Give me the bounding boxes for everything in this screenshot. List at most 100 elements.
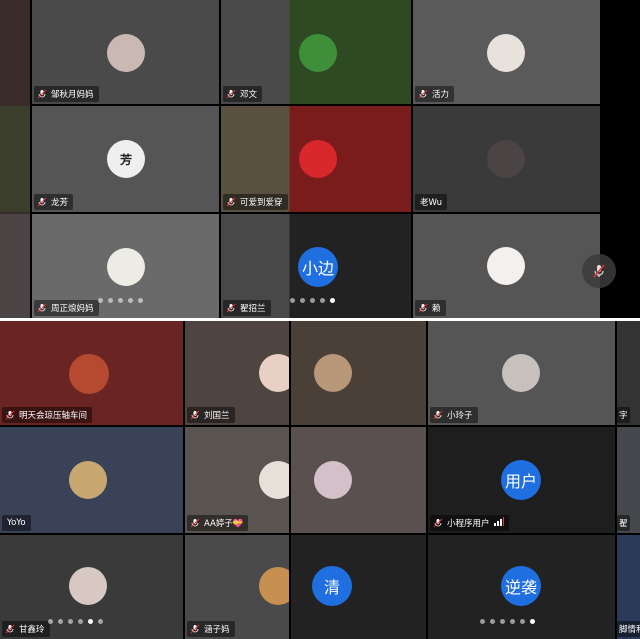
text-avatar-label: 清 <box>323 578 340 597</box>
participant-name-tag: 小程序用户 <box>430 515 509 531</box>
page-dot-active[interactable] <box>530 619 535 624</box>
mic-muted-icon <box>37 303 47 313</box>
video-tile[interactable]: 脚情和 <box>617 535 640 639</box>
page-indicator[interactable] <box>98 298 143 303</box>
avatar-text: 芳 <box>119 152 132 167</box>
text-avatar: 用户 <box>501 460 541 500</box>
page-indicator[interactable] <box>290 298 335 303</box>
video-tile[interactable]: 芳 龙芳 <box>32 106 219 212</box>
text-avatar: 逆袭 <box>501 566 541 606</box>
text-avatar: 清 <box>312 566 352 606</box>
video-tile[interactable]: 明天会琼压轴车间 <box>0 321 183 425</box>
text-avatar-label: 逆袭 <box>504 578 537 597</box>
video-tile[interactable]: 赖 <box>413 214 600 318</box>
page-dot-active[interactable] <box>330 298 335 303</box>
video-tile[interactable]: 老Wu <box>413 106 600 212</box>
video-tile[interactable]: 字 <box>617 321 640 425</box>
participant-name-tag: AA婷子💝 <box>187 515 249 531</box>
mic-muted-icon <box>226 303 236 313</box>
video-tile[interactable]: 用户 小程序用户 <box>428 427 615 533</box>
avatar <box>69 354 109 394</box>
mic-off-icon <box>593 264 605 278</box>
page-dot[interactable] <box>98 619 103 624</box>
video-tile[interactable] <box>291 321 426 425</box>
page-dot[interactable] <box>510 619 515 624</box>
video-tile[interactable] <box>291 427 426 533</box>
participant-name-tag: 龙芳 <box>34 194 74 210</box>
avatar <box>259 461 289 499</box>
participant-name-tag: 脚情和 <box>617 621 640 637</box>
page-indicator[interactable] <box>480 619 535 624</box>
page-dot[interactable] <box>520 619 525 624</box>
page-dot[interactable] <box>48 619 53 624</box>
participant-name: 明天会琼压轴车间 <box>19 411 88 421</box>
video-tile[interactable]: 邹秋月妈妈 <box>32 0 219 104</box>
bottom-meeting-screen: 明天会琼压轴车间 刘国兰 小玲子 字 YoYo AA婷子💝 用户 小程序用户 翟… <box>0 321 640 639</box>
participant-name: 刘国兰 <box>204 411 230 421</box>
mic-muted-icon <box>418 303 428 313</box>
page-dot[interactable] <box>290 298 295 303</box>
page-dot[interactable] <box>58 619 63 624</box>
page-dot[interactable] <box>128 298 133 303</box>
avatar <box>299 140 337 178</box>
top-meeting-screen: 邹秋月妈妈 邓文 活力 芳 龙芳 可爱到爱穿 老Wu 周正烺妈妈 小边 翟招兰 … <box>0 0 640 318</box>
text-avatar: 小边 <box>298 247 338 287</box>
video-tile[interactable]: 刘国兰 <box>185 321 289 425</box>
page-dot[interactable] <box>118 298 123 303</box>
page-dot[interactable] <box>480 619 485 624</box>
page-dot[interactable] <box>138 298 143 303</box>
page-dot[interactable] <box>300 298 305 303</box>
participant-name-tag: 可爱到爱穿 <box>223 194 288 210</box>
text-avatar-label: 用户 <box>504 472 537 491</box>
participant-name-tag: 翟招兰 <box>223 300 271 316</box>
participant-name: 活力 <box>432 90 450 100</box>
mic-muted-icon <box>37 89 47 99</box>
video-tile[interactable]: 涵子妈 <box>185 535 289 639</box>
page-dot-active[interactable] <box>88 619 93 624</box>
page-dot[interactable] <box>108 298 113 303</box>
participant-name: 邓文 <box>240 90 258 100</box>
participant-name-tag: 周正烺妈妈 <box>34 300 99 316</box>
page-dot[interactable] <box>320 298 325 303</box>
video-tile[interactable]: YoYo <box>0 427 183 533</box>
video-tile[interactable]: 小玲子 <box>428 321 615 425</box>
page-indicator[interactable] <box>48 619 103 624</box>
page-dot[interactable] <box>310 298 315 303</box>
page-dot[interactable] <box>490 619 495 624</box>
participant-name: 字 <box>619 411 628 421</box>
video-tile[interactable]: 可爱到爱穿 <box>221 106 411 212</box>
video-tile[interactable]: 清 <box>291 535 426 639</box>
participant-name: 小程序用户 <box>447 519 490 529</box>
page-dot[interactable] <box>98 298 103 303</box>
avatar <box>107 34 145 72</box>
video-tile[interactable]: AA婷子💝 <box>185 427 289 533</box>
avatar <box>487 34 525 72</box>
video-tile[interactable]: 活力 <box>413 0 600 104</box>
mic-muted-icon <box>226 197 236 207</box>
participant-name-tag: 小玲子 <box>430 407 478 423</box>
participant-name: 翟 <box>619 519 628 529</box>
participant-name: YoYo <box>7 518 26 528</box>
participant-name-tag: 明天会琼压轴车间 <box>2 407 93 423</box>
video-tile[interactable]: 翟 <box>617 427 640 533</box>
participant-name-tag: 老Wu <box>415 194 447 210</box>
page-dot[interactable] <box>78 619 83 624</box>
mic-muted-icon <box>190 518 200 528</box>
avatar <box>314 354 352 392</box>
page-dot[interactable] <box>68 619 73 624</box>
avatar: 芳 <box>107 140 145 178</box>
edge-tile <box>0 106 30 212</box>
mic-muted-icon <box>190 410 200 420</box>
participant-name: 甘鑫玲 <box>19 625 45 635</box>
mic-muted-icon <box>433 410 443 420</box>
mic-muted-icon <box>5 410 15 420</box>
participant-name: 脚情和 <box>619 625 640 635</box>
participant-name: 邹秋月妈妈 <box>51 90 94 100</box>
participant-name-tag: 甘鑫玲 <box>2 621 50 637</box>
video-tile[interactable]: 邓文 <box>221 0 411 104</box>
participant-name: 小玲子 <box>447 411 473 421</box>
page-dot[interactable] <box>500 619 505 624</box>
mute-toggle-button[interactable] <box>582 254 616 288</box>
participant-name-tag: 邹秋月妈妈 <box>34 86 99 102</box>
edge-tile <box>0 214 30 318</box>
